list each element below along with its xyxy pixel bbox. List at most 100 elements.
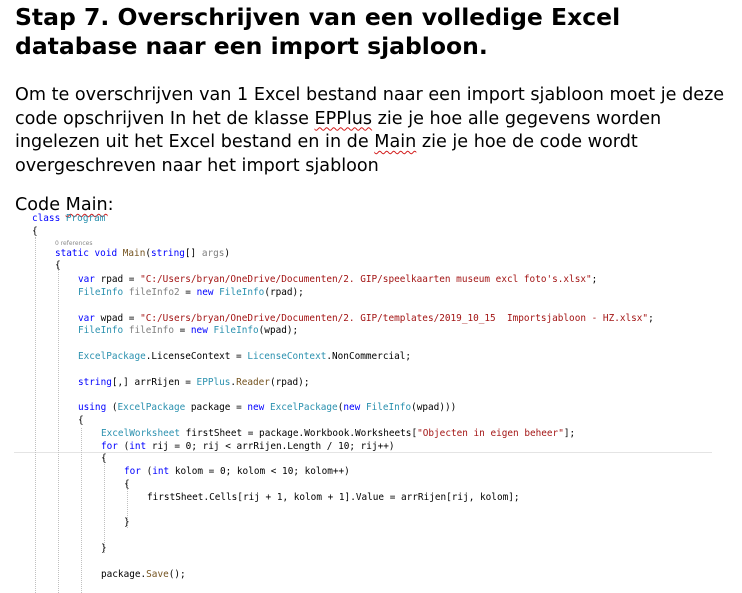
code-token: { — [78, 414, 84, 426]
code-token: new — [343, 402, 361, 414]
code-token: [,] arrRijen = — [111, 376, 197, 388]
code-token: ]; — [563, 427, 576, 439]
code-token: } — [124, 517, 130, 529]
code-token: ( — [106, 402, 118, 414]
code-token: FileInfo — [213, 325, 259, 337]
code-line: FileInfo fileInfo2 = new FileInfo(rpad); — [32, 287, 722, 300]
code-line: var rpad = "C:/Users/bryan/OneDrive/Docu… — [32, 274, 722, 287]
code-line: { — [32, 260, 722, 273]
code-token: LicenseContext — [247, 350, 327, 362]
code-token: int — [152, 466, 170, 478]
code-line: { — [32, 415, 722, 428]
code-label-suffix: : — [107, 195, 114, 215]
code-token: using — [78, 402, 107, 414]
code-token: static — [55, 247, 89, 259]
code-token: fileInfo2 — [128, 286, 180, 298]
code-token: new — [196, 286, 214, 298]
paragraph-epplus: EPPlus — [314, 108, 373, 129]
code-screenshot: class Program { 0 references static void… — [32, 213, 722, 593]
code-token: Reader — [236, 376, 270, 388]
code-token: ) — [224, 247, 231, 259]
code-label-prefix: Code — [15, 195, 66, 215]
code-token: = — [179, 286, 197, 298]
code-token: void — [94, 247, 118, 259]
code-token: Main — [122, 247, 146, 259]
code-line: var wpad = "C:/Users/bryan/OneDrive/Docu… — [32, 313, 722, 326]
code-token: .LicenseContext = — [145, 350, 248, 362]
code-token: (rpad); — [264, 286, 304, 298]
code-line: for (int kolom = 0; kolom < 10; kolom++) — [32, 466, 722, 479]
code-line: for (int rij = 0; rij < arrRijen.Length … — [32, 441, 722, 454]
code-token: wpad = — [94, 312, 141, 324]
code-line: static void Main(string[] args) — [32, 248, 722, 261]
code-token: ExcelPackage — [269, 402, 338, 414]
code-token: "Objecten in eigen beheer" — [417, 427, 564, 439]
code-token: for — [124, 466, 141, 478]
code-token: ExcelWorksheet — [101, 427, 181, 439]
code-line: FileInfo fileInfo = new FileInfo(wpad); — [32, 325, 722, 338]
paragraph-main: Main — [374, 132, 417, 152]
code-token: ; — [591, 274, 598, 286]
code-token: ; — [648, 312, 654, 324]
code-token: "C:/Users/bryan/OneDrive/Documenten/2. G… — [140, 312, 649, 324]
code-token: (wpad))) — [411, 402, 457, 414]
code-token: (rpad); — [269, 376, 310, 388]
code-token: Program — [65, 213, 106, 224]
code-token: EPPlus — [196, 376, 231, 388]
code-token: var — [78, 274, 95, 286]
code-token: (); — [168, 568, 186, 580]
code-token: FileInfo — [219, 286, 265, 298]
code-token: new — [190, 325, 208, 337]
code-line: { — [32, 226, 722, 239]
code-token: new — [247, 402, 265, 414]
heading-line-1: Stap 7. Overschrijven van een volledige … — [15, 3, 621, 31]
code-token: args — [201, 247, 225, 259]
code-token: firstSheet.Cells[rij + 1, kolom + 1].Val… — [147, 491, 520, 503]
code-token: (wpad); — [258, 325, 299, 337]
code-token: package. — [101, 568, 147, 580]
code-line: { — [32, 479, 722, 492]
heading-line-2: database naar een import sjabloon. — [15, 32, 488, 60]
code-token: firstSheet = package.Workbook.Worksheets… — [180, 427, 418, 439]
code-token: { — [101, 453, 107, 465]
code-line: ExcelPackage.LicenseContext = LicenseCon… — [32, 351, 722, 364]
section-heading: Stap 7. Overschrijven van een volledige … — [15, 3, 735, 61]
code-line: } — [32, 517, 722, 530]
code-line: ExcelWorksheet firstSheet = package.Work… — [32, 428, 722, 441]
code-line: { — [32, 453, 722, 466]
code-token: FileInfo — [78, 325, 124, 337]
code-token: [] — [184, 247, 202, 259]
code-line: firstSheet.Cells[rij + 1, kolom + 1].Val… — [32, 492, 722, 505]
code-token: var — [78, 312, 95, 324]
code-token: ( — [117, 440, 130, 452]
code-token: Save — [146, 568, 169, 580]
code-token: package = — [185, 402, 248, 414]
code-lens-references[interactable]: 0 references — [32, 239, 722, 248]
code-line: using (ExcelPackage package = new ExcelP… — [32, 402, 722, 415]
code-token: ExcelPackage — [78, 350, 146, 362]
code-line: class Program — [32, 213, 722, 226]
code-token: ExcelPackage — [117, 402, 186, 414]
code-token: int — [129, 440, 147, 452]
code-token: = — [173, 325, 191, 337]
code-token: ( — [140, 466, 153, 478]
code-line: string[,] arrRijen = EPPlus.Reader(rpad)… — [32, 377, 722, 390]
code-token: } — [101, 542, 107, 554]
code-token: FileInfo — [365, 402, 412, 414]
code-token: .NonCommercial; — [326, 350, 412, 362]
intro-paragraph: Om te overschrijven van 1 Excel bestand … — [15, 84, 735, 178]
code-token: class — [32, 213, 61, 224]
code-token: "C:/Users/bryan/OneDrive/Documenten/2. G… — [140, 274, 592, 286]
code-token: { — [55, 260, 61, 272]
code-token: rij = 0; rij < arrRijen.Length / 10; rij… — [146, 440, 395, 452]
code-token: string — [151, 247, 185, 259]
code-token: string — [78, 376, 112, 388]
code-token: kolom = 0; kolom < 10; kolom++) — [169, 466, 350, 478]
code-token: FileInfo — [78, 286, 124, 298]
code-token: rpad = — [94, 274, 141, 286]
